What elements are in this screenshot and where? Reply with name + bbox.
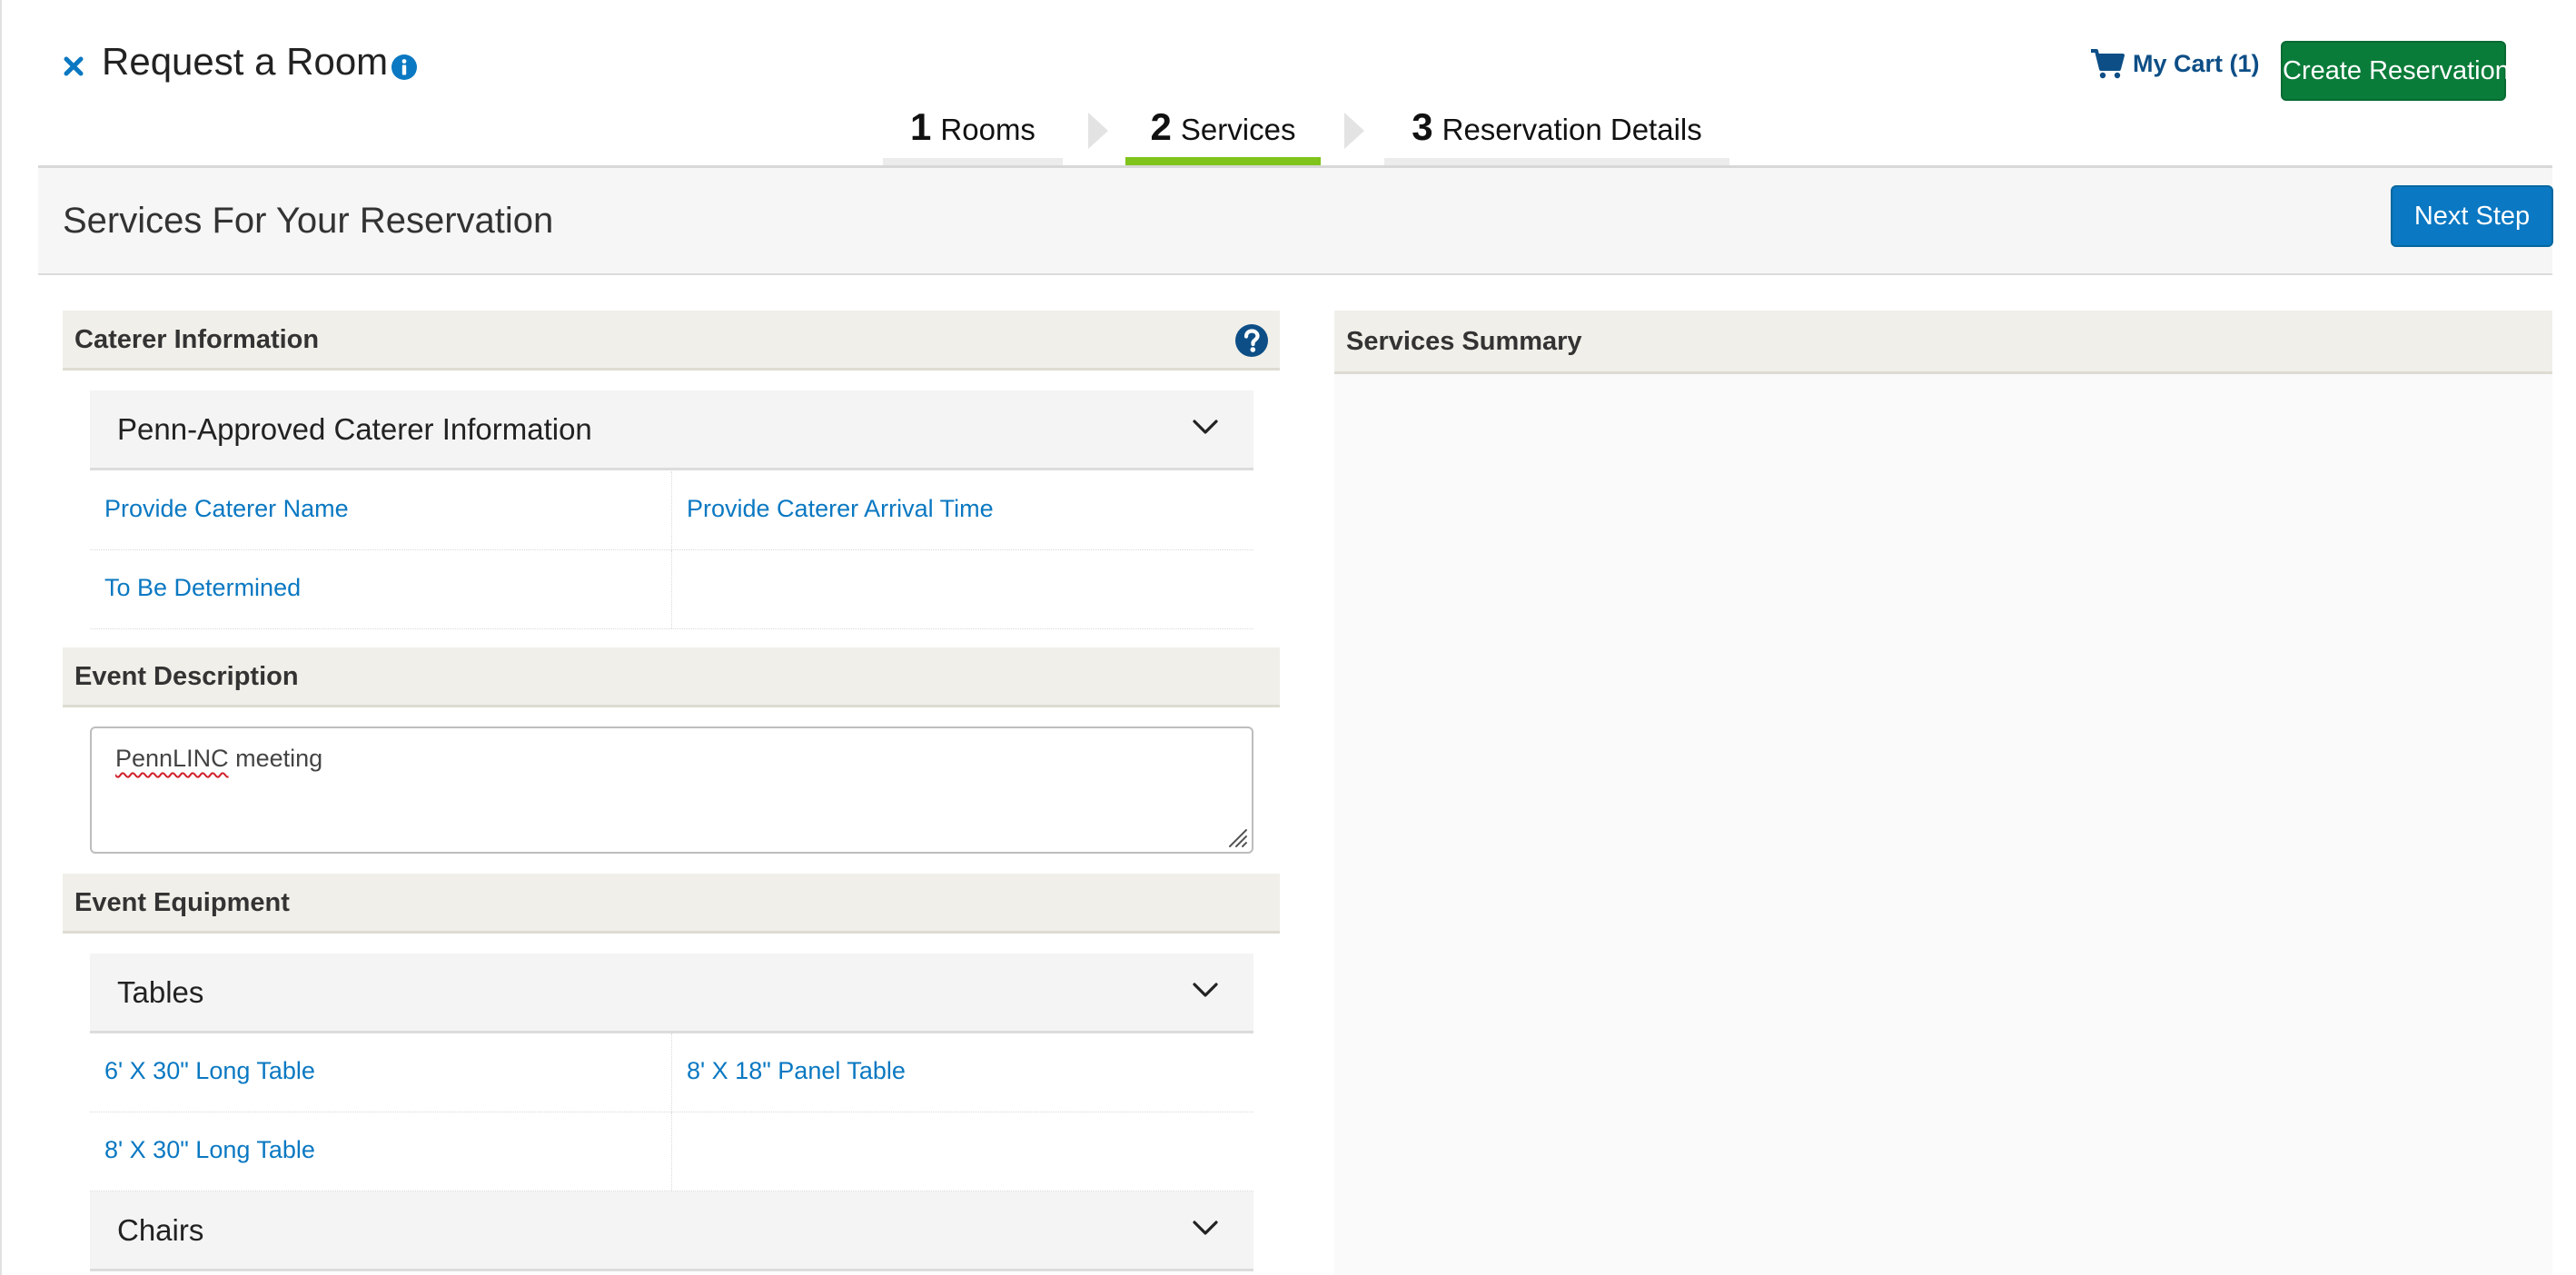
provide-caterer-name-link[interactable]: Provide Caterer Name [104,495,349,523]
chevron-down-icon [1193,1221,1218,1235]
caterer-section-header: Caterer Information [63,311,1280,371]
step-label: Reservation Details [1442,113,1702,146]
accordion-title: Penn-Approved Caterer Information [117,412,592,446]
option-cell: Provide Caterer Name [90,471,671,549]
option-row: To Be Determined [90,550,1253,629]
chairs-accordion[interactable]: Chairs [90,1191,1253,1271]
option-cell: Provide Caterer Arrival Time [671,471,1253,549]
resize-grip-icon[interactable] [1224,825,1248,848]
option-cell: 8' X 30" Long Table [90,1112,671,1191]
event-description-textarea[interactable]: PennLINC meeting [90,726,1253,854]
services-summary-title: Services Summary [1346,327,1582,356]
table-8x30-link[interactable]: 8' X 30" Long Table [104,1136,315,1164]
my-cart-link[interactable]: My Cart (1) [2089,47,2260,80]
step-arrow-icon [1088,113,1108,149]
step-indicator-bar [1384,158,1729,165]
step-indicator-bar [1125,157,1321,165]
step-label: Rooms [940,113,1035,146]
step-rooms[interactable]: 1 Rooms [883,105,1063,165]
step-arrow-icon [1344,113,1364,149]
app-frame: Request a Room My Cart (1) Create Reserv… [0,0,2576,1275]
step-services[interactable]: 2 Services [1125,105,1321,165]
step-indicator-bar [883,158,1063,165]
table-8x18-link[interactable]: 8' X 18" Panel Table [687,1057,906,1085]
chevron-down-icon [1193,420,1218,434]
caterer-section-title: Caterer Information [74,325,320,354]
cart-icon [2091,49,2125,79]
event-equipment-section-header: Event Equipment [63,874,1280,934]
info-icon[interactable] [391,54,418,81]
tables-options-grid: 6' X 30" Long Table 8' X 18" Panel Table… [90,1033,1253,1191]
option-cell: 8' X 18" Panel Table [671,1033,1253,1112]
services-summary-header: Services Summary [1334,311,2552,374]
help-icon[interactable] [1234,323,1269,358]
services-header: Services For Your Reservation Next Step [38,168,2553,275]
step-number: 1 [910,105,932,148]
step-label: Services [1180,113,1296,146]
event-description-value: PennLINC meeting [115,745,322,773]
event-description-section-header: Event Description [63,647,1280,707]
misspelled-word: PennLINC [115,745,229,772]
next-step-button[interactable]: Next Step [2391,185,2553,247]
tables-accordion[interactable]: Tables [90,954,1253,1033]
description-rest: meeting [228,745,323,772]
table-6x30-link[interactable]: 6' X 30" Long Table [104,1057,315,1085]
option-cell-empty [671,1112,1253,1191]
option-row: 8' X 30" Long Table [90,1112,1253,1191]
penn-approved-caterer-accordion[interactable]: Penn-Approved Caterer Information [90,390,1253,470]
step-number: 2 [1150,105,1172,148]
step-number: 3 [1412,105,1433,148]
accordion-title: Tables [117,975,204,1009]
cart-label: My Cart (1) [2133,49,2260,77]
option-cell-empty [671,550,1253,628]
to-be-determined-link[interactable]: To Be Determined [104,574,301,602]
close-icon[interactable] [62,54,85,78]
chevron-down-icon [1193,983,1218,997]
services-summary-panel: Services Summary [1334,311,2552,1275]
provide-caterer-arrival-time-link[interactable]: Provide Caterer Arrival Time [687,495,994,523]
page-title: Request a Room [102,40,389,83]
step-reservation-details[interactable]: 3 Reservation Details [1384,105,1729,165]
create-reservation-button[interactable]: Create Reservation [2281,41,2510,101]
event-description-title: Event Description [74,662,299,691]
caterer-options-grid: Provide Caterer Name Provide Caterer Arr… [90,471,1253,629]
option-row: Provide Caterer Name Provide Caterer Arr… [90,471,1253,550]
accordion-title: Chairs [117,1213,204,1247]
option-cell: To Be Determined [90,550,671,628]
services-title: Services For Your Reservation [63,201,554,241]
option-cell: 6' X 30" Long Table [90,1033,671,1112]
option-row: 6' X 30" Long Table 8' X 18" Panel Table [90,1033,1253,1112]
event-equipment-title: Event Equipment [74,888,290,917]
